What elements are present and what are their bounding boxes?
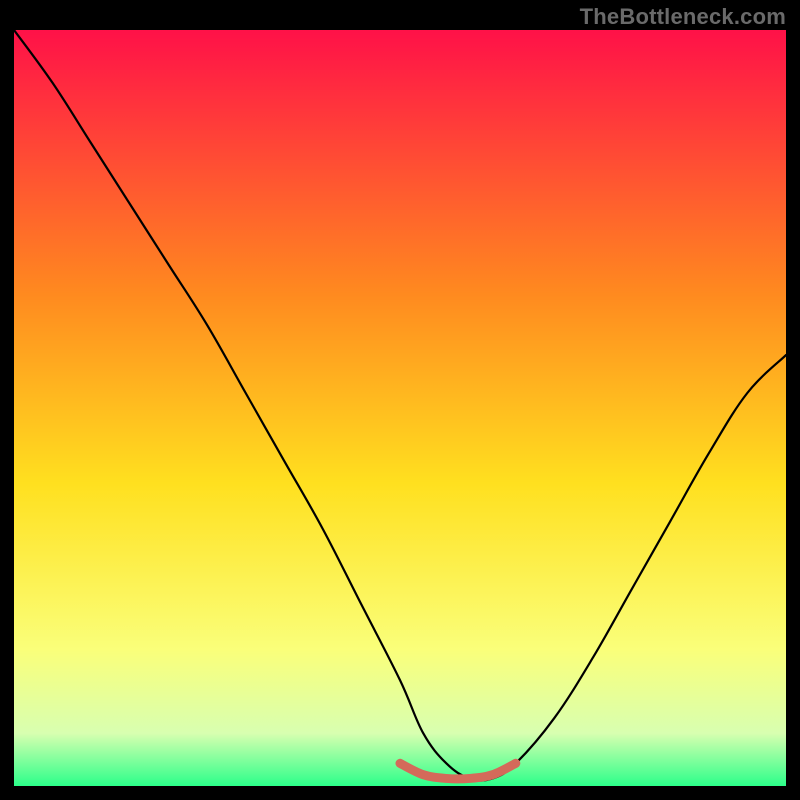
bottleneck-chart [14, 30, 786, 786]
gradient-background [14, 30, 786, 786]
chart-frame: TheBottleneck.com [0, 0, 800, 800]
watermark-text: TheBottleneck.com [580, 4, 786, 30]
plot-area [14, 30, 786, 786]
